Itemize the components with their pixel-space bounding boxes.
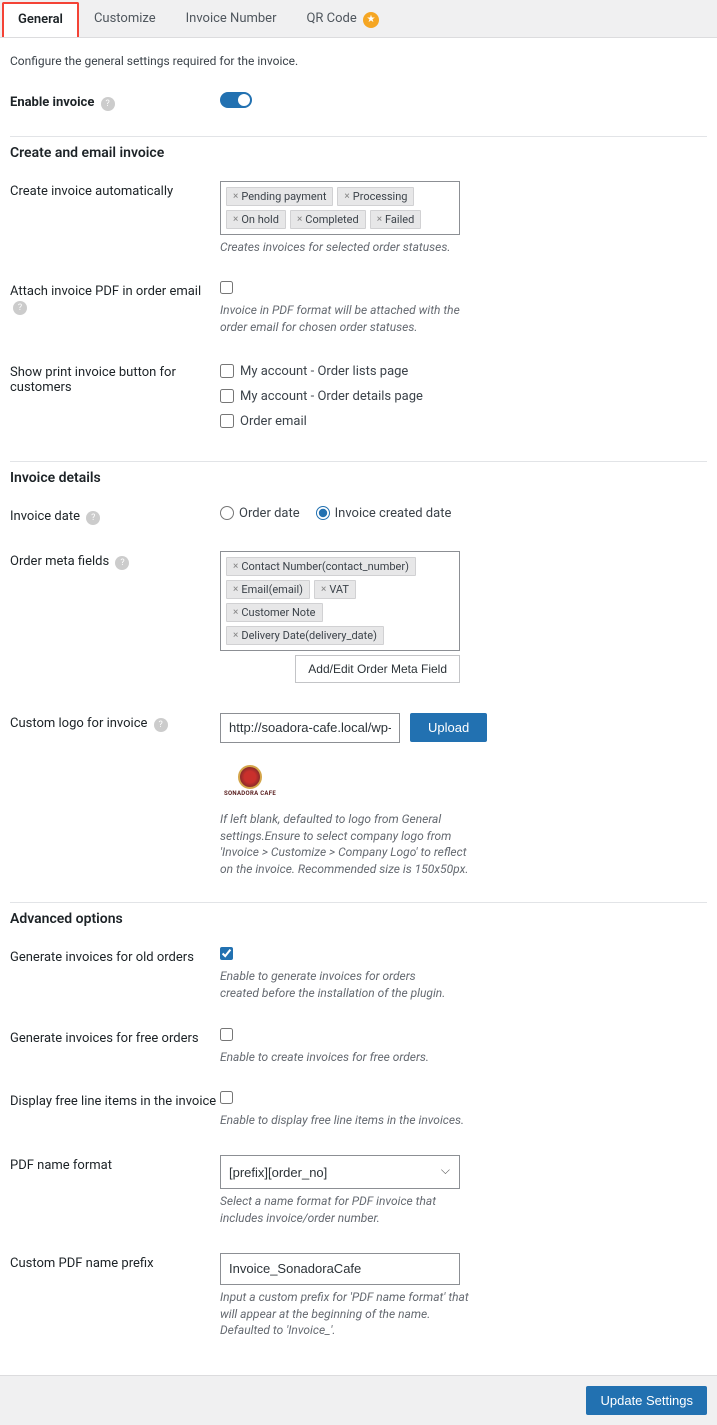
- show-print-orderlists-checkbox[interactable]: [220, 364, 234, 378]
- tag-pending[interactable]: ×Pending payment: [226, 187, 333, 206]
- tab-qr-code[interactable]: QR Code ★: [291, 2, 394, 37]
- close-icon[interactable]: ×: [297, 214, 302, 225]
- close-icon[interactable]: ×: [377, 214, 382, 225]
- pdf-prefix-input[interactable]: [220, 1253, 460, 1285]
- gen-free-helper: Enable to create invoices for free order…: [220, 1049, 470, 1066]
- pdf-prefix-helper: Input a custom prefix for 'PDF name form…: [220, 1289, 480, 1339]
- tag-contact[interactable]: ×Contact Number(contact_number): [226, 557, 416, 576]
- tag-custnote[interactable]: ×Customer Note: [226, 603, 323, 622]
- section-create-email: Create and email invoice: [10, 137, 707, 161]
- close-icon[interactable]: ×: [233, 607, 238, 618]
- help-icon[interactable]: ?: [86, 511, 100, 525]
- attach-pdf-label: Attach invoice PDF in order email: [10, 284, 201, 299]
- show-print-orderdetails-label: My account - Order details page: [240, 389, 423, 404]
- close-icon[interactable]: ×: [233, 561, 238, 572]
- close-icon[interactable]: ×: [233, 630, 238, 641]
- custom-logo-helper: If left blank, defaulted to logo from Ge…: [220, 811, 480, 878]
- display-free-label: Display free line items in the invoice: [10, 1091, 220, 1109]
- tab-general[interactable]: General: [2, 2, 79, 37]
- footer-bar: Update Settings: [0, 1375, 717, 1425]
- help-icon[interactable]: ?: [101, 97, 115, 111]
- logo-preview: SONADORA CAFE: [220, 761, 707, 801]
- custom-logo-url-input[interactable]: [220, 713, 400, 743]
- gen-old-helper: Enable to generate invoices for orders c…: [220, 968, 450, 1002]
- tag-processing[interactable]: ×Processing: [337, 187, 414, 206]
- help-icon[interactable]: ?: [13, 301, 27, 315]
- close-icon[interactable]: ×: [233, 191, 238, 202]
- update-settings-button[interactable]: Update Settings: [586, 1386, 707, 1415]
- close-icon[interactable]: ×: [344, 191, 349, 202]
- pdf-format-label: PDF name format: [10, 1155, 220, 1173]
- order-meta-tags[interactable]: ×Contact Number(contact_number) ×Email(e…: [220, 551, 460, 651]
- create-auto-helper: Creates invoices for selected order stat…: [220, 239, 470, 256]
- close-icon[interactable]: ×: [233, 214, 238, 225]
- tabs-bar: General Customize Invoice Number QR Code…: [0, 0, 717, 38]
- create-auto-tags[interactable]: ×Pending payment ×Processing ×On hold ×C…: [220, 181, 460, 235]
- tag-vat[interactable]: ×VAT: [314, 580, 356, 599]
- intro-text: Configure the general settings required …: [10, 54, 707, 68]
- display-free-helper: Enable to display free line items in the…: [220, 1112, 470, 1129]
- tag-delivery[interactable]: ×Delivery Date(delivery_date): [226, 626, 384, 645]
- create-auto-label: Create invoice automatically: [10, 181, 220, 199]
- enable-invoice-toggle[interactable]: [220, 92, 252, 108]
- gen-old-label: Generate invoices for old orders: [10, 947, 220, 965]
- display-free-checkbox[interactable]: [220, 1091, 233, 1104]
- section-invoice-details: Invoice details: [10, 462, 707, 486]
- pdf-format-select[interactable]: [prefix][order_no]: [220, 1155, 460, 1189]
- upload-button[interactable]: Upload: [410, 713, 487, 742]
- star-icon: ★: [363, 12, 379, 28]
- custom-logo-label: Custom logo for invoice: [10, 716, 147, 731]
- attach-pdf-helper: Invoice in PDF format will be attached w…: [220, 302, 470, 336]
- tag-email[interactable]: ×Email(email): [226, 580, 310, 599]
- enable-invoice-label: Enable invoice: [10, 95, 94, 110]
- invoice-date-created-radio[interactable]: [316, 506, 330, 520]
- invoice-date-order-label: Order date: [239, 506, 300, 521]
- tag-onhold[interactable]: ×On hold: [226, 210, 286, 229]
- gen-old-checkbox[interactable]: [220, 947, 233, 960]
- gen-free-checkbox[interactable]: [220, 1028, 233, 1041]
- close-icon[interactable]: ×: [321, 584, 326, 595]
- show-print-orderemail-checkbox[interactable]: [220, 414, 234, 428]
- help-icon[interactable]: ?: [115, 556, 129, 570]
- order-meta-label: Order meta fields: [10, 554, 109, 569]
- show-print-label: Show print invoice button for customers: [10, 362, 220, 395]
- logo-text: SONADORA CAFE: [224, 790, 276, 797]
- tab-customize[interactable]: Customize: [79, 2, 171, 37]
- tab-qr-label: QR Code: [306, 11, 356, 26]
- pdf-format-helper: Select a name format for PDF invoice tha…: [220, 1193, 480, 1227]
- close-icon[interactable]: ×: [233, 584, 238, 595]
- pdf-prefix-label: Custom PDF name prefix: [10, 1253, 220, 1271]
- tag-completed[interactable]: ×Completed: [290, 210, 366, 229]
- add-order-meta-button[interactable]: Add/Edit Order Meta Field: [295, 655, 460, 683]
- invoice-date-created-label: Invoice created date: [335, 506, 452, 521]
- show-print-orderdetails-checkbox[interactable]: [220, 389, 234, 403]
- show-print-orderlists-label: My account - Order lists page: [240, 364, 408, 379]
- logo-icon: [238, 765, 262, 789]
- gen-free-label: Generate invoices for free orders: [10, 1028, 220, 1046]
- invoice-date-order-radio[interactable]: [220, 506, 234, 520]
- tab-invoice-number[interactable]: Invoice Number: [171, 2, 292, 37]
- show-print-orderemail-label: Order email: [240, 414, 307, 429]
- section-advanced: Advanced options: [10, 903, 707, 927]
- tag-failed[interactable]: ×Failed: [370, 210, 422, 229]
- invoice-date-label: Invoice date: [10, 509, 80, 524]
- help-icon[interactable]: ?: [154, 718, 168, 732]
- attach-pdf-checkbox[interactable]: [220, 281, 233, 294]
